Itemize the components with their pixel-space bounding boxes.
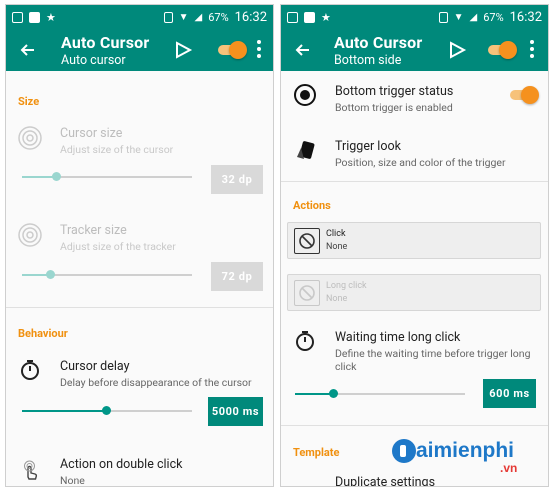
double-tap-icon [16, 455, 44, 483]
cursor-size-slider[interactable] [22, 169, 192, 185]
status-bar: ★ ▼ ◢ 67% 16:32 [6, 5, 273, 29]
trigger-status-title: Bottom trigger status [335, 84, 454, 99]
clock: 16:32 [234, 9, 267, 25]
battery-percent: 67% [483, 10, 504, 24]
watermark-brand: aimienphi [416, 439, 515, 462]
app-title: Auto Cursor [334, 32, 423, 52]
cursor-size-value[interactable]: 32 dp [211, 165, 263, 194]
status-bar: ★ ▼ ◢ 67% 16:32 [281, 5, 548, 29]
section-actions: Actions [293, 199, 331, 212]
cursor-delay-value[interactable]: 5000 ms [208, 397, 263, 426]
click-action-card[interactable]: Click None [287, 222, 541, 259]
cursor-delay-title: Cursor delay [60, 359, 130, 374]
section-size: Size [18, 95, 40, 108]
app-bar: Auto Cursor Auto cursor [6, 29, 273, 71]
watermark-tld: .vn [500, 461, 518, 475]
settings-list: Bottom trigger status Bottom trigger is … [281, 71, 548, 486]
tracker-size-title: Tracker size [60, 223, 127, 238]
signal-icon: ◢ [194, 11, 203, 23]
image-notification-icon [287, 11, 298, 23]
wifi-icon: ▼ [453, 11, 464, 23]
start-icon[interactable] [446, 39, 468, 61]
clock: 16:32 [509, 9, 542, 25]
block-icon [294, 228, 320, 254]
section-divider [6, 307, 273, 308]
app-title: Auto Cursor [61, 32, 150, 52]
waiting-time-subtitle: Define the waiting time before trigger l… [335, 347, 531, 373]
waiting-time-slider[interactable] [295, 386, 465, 402]
long-click-label: Long click [326, 281, 367, 291]
section-behaviour: Behaviour [18, 327, 68, 340]
long-click-action-card[interactable]: Long click None [287, 274, 541, 311]
left-phone-screen: ★ ▼ ◢ 67% 16:32 Auto Cursor Auto cursor [5, 4, 274, 487]
app-notification-icon [304, 11, 315, 23]
cursor-size-icon [16, 124, 44, 152]
stopwatch-icon [16, 356, 44, 384]
trigger-look-subtitle: Position, size and color of the trigger [335, 156, 506, 169]
settings-list: Size Cursor size Adjust size of the curs… [6, 71, 273, 486]
tracker-size-icon [16, 221, 44, 249]
watermark-logo: aimienphi .vn [392, 437, 552, 477]
signal-icon: ◢ [469, 11, 478, 23]
section-template: Template [293, 446, 340, 459]
palette-icon [291, 137, 319, 165]
app-subtitle: Bottom side [334, 52, 402, 68]
trigger-status-toggle[interactable] [507, 86, 539, 104]
cursor-delay-subtitle: Delay before disappearance of the cursor [60, 376, 252, 389]
click-value: None [326, 242, 348, 252]
start-icon[interactable] [172, 39, 194, 61]
wifi-icon: ▼ [178, 11, 189, 23]
trigger-status-subtitle: Bottom trigger is enabled [335, 101, 453, 114]
watermark-icon [392, 439, 416, 463]
tracker-size-value[interactable]: 72 dp [211, 262, 263, 291]
trigger-look-title: Trigger look [335, 139, 401, 154]
waiting-time-title: Waiting time long click [335, 330, 461, 345]
section-divider [281, 181, 548, 182]
more-options-icon[interactable] [529, 40, 535, 60]
service-toggle[interactable] [485, 41, 517, 59]
long-click-value: None [326, 294, 348, 304]
radio-target-icon [291, 81, 319, 109]
more-options-icon[interactable] [256, 40, 262, 60]
tracker-size-slider[interactable] [22, 267, 192, 283]
double-click-title: Action on double click [60, 457, 183, 472]
back-arrow-icon[interactable] [281, 29, 323, 71]
battery-percent: 67% [208, 10, 229, 24]
image-notification-icon [12, 11, 23, 23]
star-notification-icon: ★ [321, 10, 331, 24]
tracker-size-subtitle: Adjust size of the tracker [60, 240, 176, 253]
vibrate-icon [438, 11, 448, 23]
double-click-subtitle: None [60, 474, 85, 487]
stopwatch-icon [291, 327, 319, 355]
cursor-delay-slider[interactable] [22, 403, 192, 419]
app-bar: Auto Cursor Bottom side [281, 29, 548, 71]
service-toggle[interactable] [215, 41, 247, 59]
section-divider [281, 425, 548, 426]
app-notification-icon [29, 11, 40, 23]
app-subtitle: Auto cursor [61, 52, 126, 68]
right-phone-screen: ★ ▼ ◢ 67% 16:32 Auto Cursor Bottom side [280, 4, 549, 487]
screenshot-stage: ★ ▼ ◢ 67% 16:32 Auto Cursor Auto cursor [0, 0, 554, 489]
star-notification-icon: ★ [46, 10, 56, 24]
block-icon [294, 280, 320, 306]
waiting-time-value[interactable]: 600 ms [483, 379, 536, 408]
back-arrow-icon[interactable] [6, 29, 48, 71]
cursor-size-title: Cursor size [60, 126, 123, 141]
click-label: Click [326, 229, 346, 239]
cursor-size-subtitle: Adjust size of the cursor [60, 143, 174, 156]
vibrate-icon [163, 11, 173, 23]
